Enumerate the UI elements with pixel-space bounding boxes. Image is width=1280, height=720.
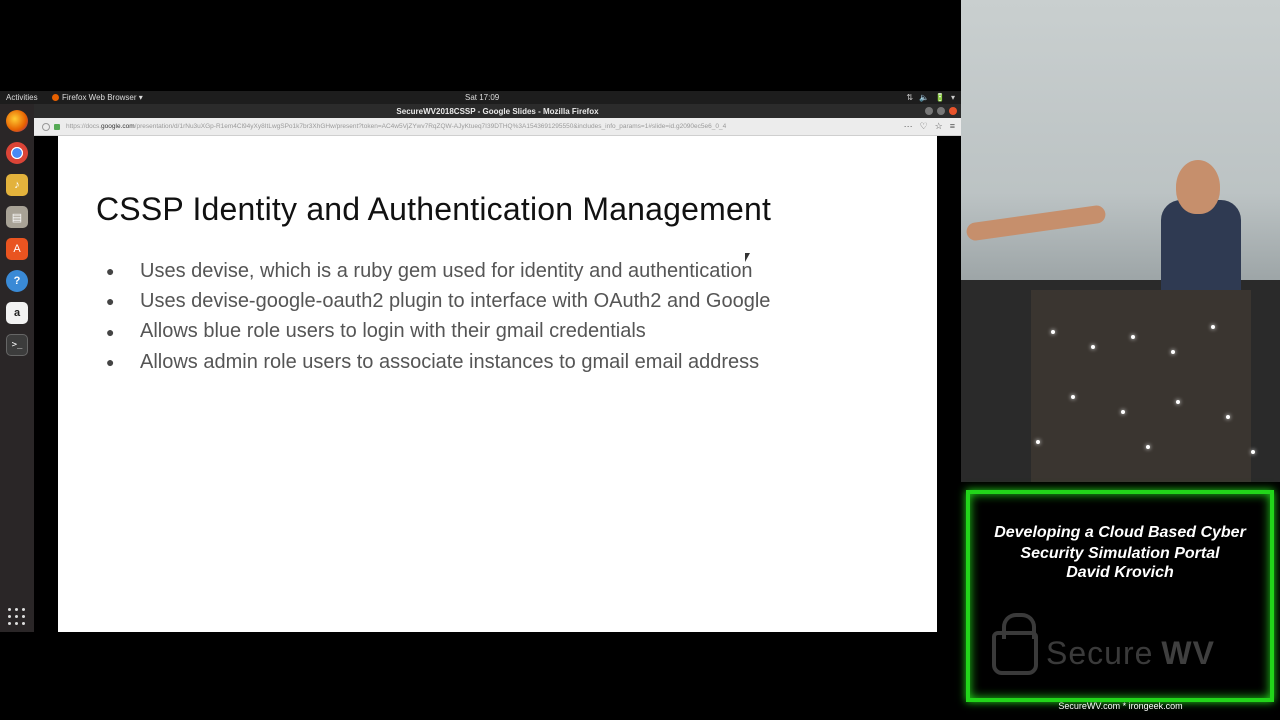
firefox-icon xyxy=(52,94,59,101)
string-light xyxy=(1091,345,1095,349)
string-light xyxy=(1121,410,1125,414)
talk-title: Developing a Cloud Based Cyber Security … xyxy=(994,524,1246,562)
bullet-text: Uses devise-google-oauth2 plugin to inte… xyxy=(140,289,771,312)
app-menu[interactable]: Firefox Web Browser ▾ xyxy=(52,93,143,102)
window-title: SecureWV2018CSSP - Google Slides - Mozil… xyxy=(396,106,599,116)
show-apps-icon[interactable] xyxy=(8,608,26,626)
lock-icon[interactable] xyxy=(54,123,60,130)
chevron-down-icon: ▾ xyxy=(950,93,955,102)
talk-speaker: David Krovich xyxy=(1066,564,1174,581)
string-light xyxy=(1251,450,1255,454)
lock-logo-icon xyxy=(992,613,1038,675)
string-light xyxy=(1226,415,1230,419)
app-menu-label: Firefox Web Browser ▾ xyxy=(62,93,143,102)
string-light xyxy=(1071,395,1075,399)
bullet-icon: ● xyxy=(106,293,115,310)
string-light xyxy=(1131,335,1135,339)
software-center-launcher-icon[interactable]: A xyxy=(6,238,28,260)
battery-icon: 🔋 xyxy=(935,93,945,102)
info-icon[interactable] xyxy=(42,122,50,131)
url-prefix: https://docs. xyxy=(66,123,102,130)
url-bar[interactable]: https://docs.google.com/presentation/d/1… xyxy=(34,118,961,136)
firefox-launcher-icon[interactable] xyxy=(6,110,28,132)
securewv-logo: Secure WV xyxy=(992,613,1215,675)
close-button[interactable] xyxy=(949,107,957,115)
pocket-icon[interactable]: ♡ xyxy=(920,121,928,132)
url-domain: google.com xyxy=(101,123,135,130)
page-actions-icon[interactable]: ··· xyxy=(904,121,913,132)
string-light xyxy=(1211,325,1215,329)
footer-links: SecureWV.com * irongeek.com xyxy=(1058,701,1183,711)
string-light xyxy=(1176,400,1180,404)
window-titlebar[interactable]: SecureWV2018CSSP - Google Slides - Mozil… xyxy=(34,104,961,118)
files-launcher-icon[interactable]: ▤ xyxy=(6,206,28,228)
mouse-cursor-icon xyxy=(745,253,750,262)
string-light xyxy=(1036,440,1040,444)
chrome-launcher-icon[interactable] xyxy=(6,142,28,164)
rhythmbox-launcher-icon[interactable]: ♪ xyxy=(6,174,28,196)
string-light xyxy=(1146,445,1150,449)
window-controls xyxy=(925,107,957,115)
bullet-icon: ● xyxy=(106,263,115,280)
presentation-slide[interactable]: CSSP Identity and Authentication Managem… xyxy=(58,136,937,632)
string-light xyxy=(1051,330,1055,334)
talk-info-panel: Developing a Cloud Based Cyber Security … xyxy=(966,490,1274,702)
slide-viewport: CSSP Identity and Authentication Managem… xyxy=(34,136,961,632)
bullet-icon: ● xyxy=(106,323,115,340)
url-rest: /presentation/d/1rNu3uXGp-R1em4Cl94yXy8I… xyxy=(134,123,727,130)
bookmark-star-icon[interactable]: ☆ xyxy=(935,121,943,132)
network-icon: ⇅ xyxy=(906,93,914,102)
speaker-video xyxy=(961,0,1280,482)
amazon-launcher-icon[interactable]: a xyxy=(6,302,28,324)
terminal-launcher-icon[interactable]: >_ xyxy=(6,334,28,356)
clock[interactable]: Sat 17:09 xyxy=(465,93,499,102)
slide-bullet-list: ● Uses devise, which is a ruby gem used f… xyxy=(106,256,770,377)
activities-button[interactable]: Activities xyxy=(0,93,48,102)
top-panel: Activities Firefox Web Browser ▾ Sat 17:… xyxy=(0,91,961,104)
string-light xyxy=(1171,350,1175,354)
bullet-text: Allows admin role users to associate ins… xyxy=(140,350,760,373)
browser-toolbar: ··· ♡ ☆ ≡ xyxy=(904,121,955,132)
speaker-head xyxy=(1176,160,1220,214)
volume-icon: 🔈 xyxy=(919,93,930,102)
slide-title: CSSP Identity and Authentication Managem… xyxy=(96,191,772,227)
podium xyxy=(1031,290,1251,482)
bullet-icon: ● xyxy=(106,354,115,371)
url-text[interactable]: https://docs.google.com/presentation/d/1… xyxy=(66,123,836,130)
menu-icon[interactable]: ≡ xyxy=(950,121,955,132)
bullet-text: Uses devise, which is a ruby gem used fo… xyxy=(140,259,753,282)
maximize-button[interactable] xyxy=(937,107,945,115)
list-item: ● Uses devise-google-oauth2 plugin to int… xyxy=(106,286,770,316)
list-item: ● Uses devise, which is a ruby gem used f… xyxy=(106,256,770,286)
help-launcher-icon[interactable]: ? xyxy=(6,270,28,292)
speaker-arm xyxy=(965,204,1107,242)
list-item: ● Allows blue role users to login with th… xyxy=(106,317,770,347)
system-tray[interactable]: ⇅ 🔈 🔋 ▾ xyxy=(906,93,955,102)
brand-text-wv: WV xyxy=(1161,634,1215,671)
list-item: ● Allows admin role users to associate in… xyxy=(106,347,770,377)
minimize-button[interactable] xyxy=(925,107,933,115)
brand-text-secure: Secure xyxy=(1046,634,1154,671)
launcher-dock: ♪ ▤ A ? a >_ xyxy=(0,104,34,632)
bullet-text: Allows blue role users to login with the… xyxy=(140,320,646,343)
